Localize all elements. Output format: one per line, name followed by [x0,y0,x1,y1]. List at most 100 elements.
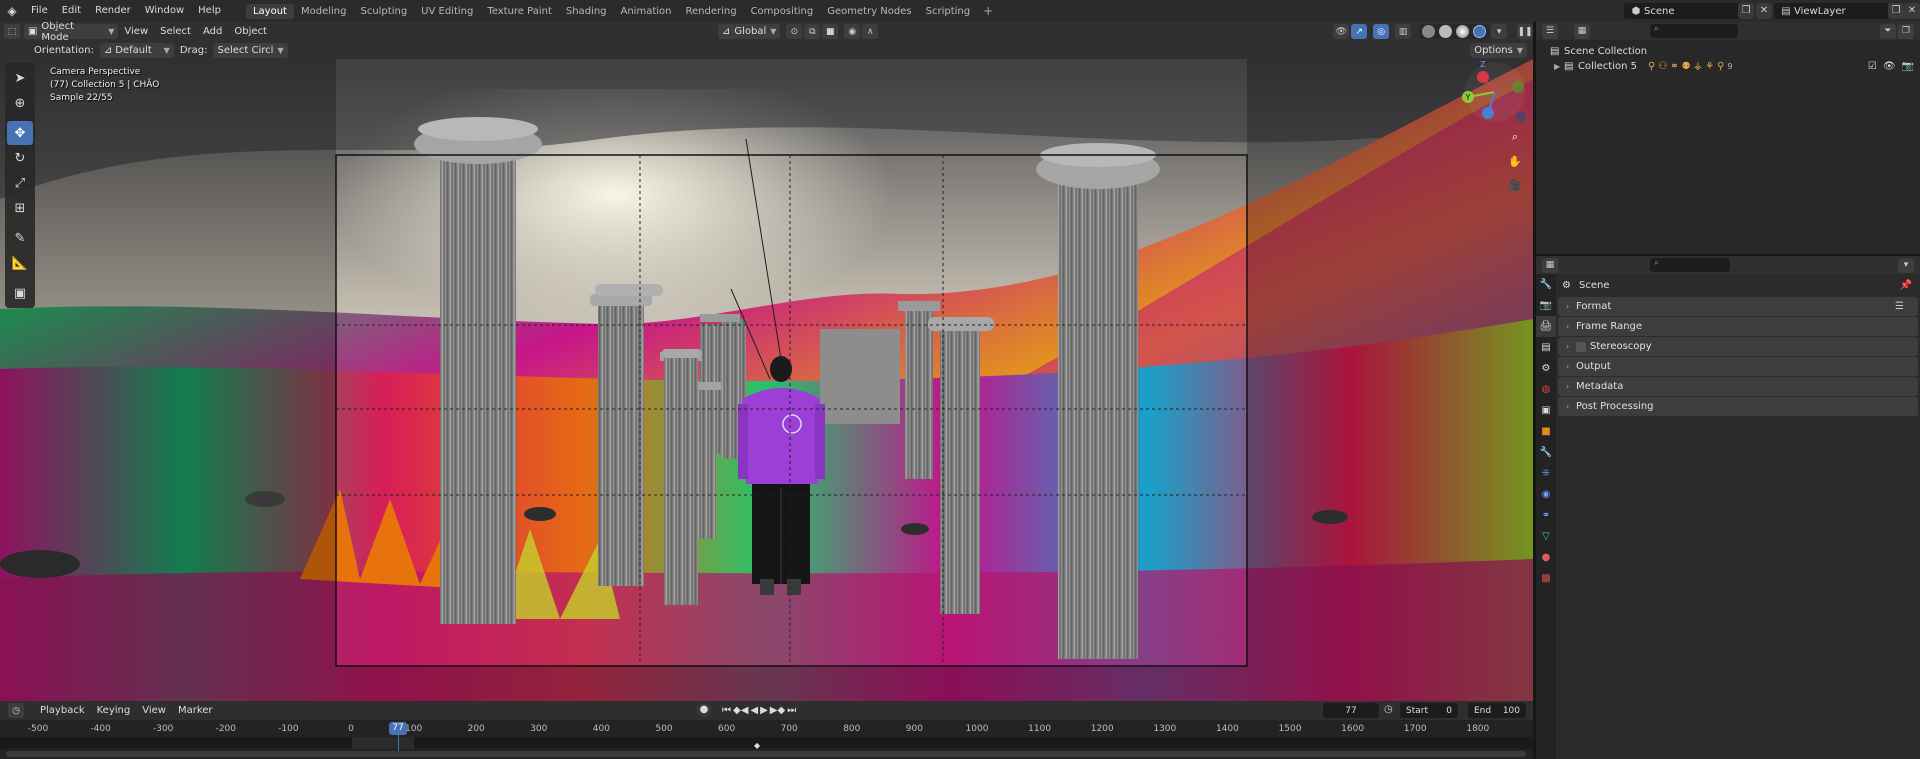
select-tool-icon[interactable]: ➤ [7,66,33,90]
tab-sculpting[interactable]: Sculpting [353,4,414,19]
current-frame-field[interactable]: 77 [1323,703,1379,718]
toggle-sidebar-icon[interactable]: ❚❚ [1517,24,1534,39]
gizmo-toggle-icon[interactable]: ↗ [1351,24,1368,39]
add-cube-tool-icon[interactable]: ▣ [7,281,33,305]
menu-help[interactable]: Help [191,0,228,22]
tab-compositing[interactable]: Compositing [744,4,821,19]
world-tab-icon[interactable]: ◍ [1536,379,1556,400]
menu-render[interactable]: Render [88,0,138,22]
add-workspace-icon[interactable]: + [977,4,999,18]
delete-view-layer-icon[interactable]: ✕ [1904,3,1920,19]
snap-icon[interactable]: ⧉ [804,24,821,39]
play-reverse-icon[interactable]: ◀ [749,705,759,716]
outliner-row-collection[interactable]: ▶ ▤ Collection 5 ⚲⚇⚭⚉⚶⚘⚲ 9 ☑ 👁 📷 [1536,59,1920,74]
timeline-scrollbar[interactable] [6,751,1526,757]
editor-type-icon[interactable]: ☰ [1542,23,1558,39]
particles-tab-icon[interactable]: ⁜ [1536,463,1556,484]
mode-selector[interactable]: ▣ Object Mode ▼ [23,21,119,43]
physics-tab-icon[interactable]: ◉ [1536,484,1556,505]
orientation-selector[interactable]: ⊿ Default ▼ [99,42,174,58]
tab-layout[interactable]: Layout [245,3,294,19]
menu-view[interactable]: View [118,26,154,37]
editor-type-icon[interactable]: ⬚ [4,24,20,39]
panel-output[interactable]: › Output [1558,357,1918,376]
play-icon[interactable]: ▶ [759,705,769,716]
drag-selector[interactable]: Select Circl ▼ [213,42,288,58]
3d-viewport[interactable]: Camera Perspective (77) Collection 5 | C… [0,59,1533,701]
menu-edit[interactable]: Edit [55,0,88,22]
collection-tab-icon[interactable]: ▣ [1536,400,1556,421]
constraints-tab-icon[interactable]: ⚭ [1536,505,1556,526]
pin-icon[interactable]: 📌 [1900,280,1912,291]
object-tab-icon[interactable]: ■ [1536,421,1556,442]
exclude-checkbox-icon[interactable]: ☑ [1868,61,1877,72]
properties-search-input[interactable]: ⌕ [1650,258,1730,272]
filter-icon[interactable]: ⏷ [1880,23,1896,39]
xray-toggle-icon[interactable]: ▥ [1395,24,1412,39]
falloff-icon[interactable]: ∧ [862,24,879,39]
render-tab-icon[interactable]: 📷 [1536,295,1556,316]
view-layer-tab-icon[interactable]: ▤ [1536,337,1556,358]
menu-keying[interactable]: Keying [91,705,137,716]
cursor-tool-icon[interactable]: ⊕ [7,91,33,115]
menu-playback[interactable]: Playback [34,705,91,716]
material-tab-icon[interactable]: ● [1536,547,1556,568]
jump-to-start-icon[interactable]: ⏮ [721,705,732,716]
panel-stereoscopy[interactable]: › Stereoscopy [1558,337,1918,356]
start-frame-field[interactable]: Start 0 [1400,703,1458,718]
proportional-edit-icon[interactable]: ◉ [844,24,861,39]
display-mode-icon[interactable]: ▦ [1574,23,1590,39]
tab-rendering[interactable]: Rendering [678,4,743,19]
visibility-eye-icon[interactable]: 👁 [1883,61,1896,72]
tab-scripting[interactable]: Scripting [919,4,977,19]
pivot-point-icon[interactable]: ⊙ [786,24,803,39]
tab-texture-paint[interactable]: Texture Paint [480,4,559,19]
chevron-down-icon[interactable]: ▾ [1491,24,1508,39]
timeline-editor-type-icon[interactable]: ◷ [8,703,24,718]
keyframe-diamond-icon[interactable]: ◆ [754,741,760,750]
blender-logo-icon[interactable]: ◈ [0,0,24,22]
material-shading-icon[interactable] [1456,25,1470,38]
panel-format[interactable]: › Format ☰ [1558,297,1918,316]
panel-frame-range[interactable]: › Frame Range [1558,317,1918,336]
options-button[interactable]: Options ▼ [1470,42,1527,58]
rendered-shading-icon[interactable] [1473,25,1487,38]
new-scene-icon[interactable]: ❐ [1738,3,1754,19]
tab-shading[interactable]: Shading [559,4,614,19]
tab-geometry-nodes[interactable]: Geometry Nodes [820,4,918,19]
output-tab-icon[interactable]: 🖨 [1536,316,1556,337]
menu-select[interactable]: Select [154,26,197,37]
camera-view-icon[interactable]: 🎥 [1505,175,1525,195]
jump-to-end-icon[interactable]: ⏭ [786,705,797,716]
measure-tool-icon[interactable]: 📐 [7,251,33,275]
timeline-track[interactable] [0,737,1533,749]
solid-shading-icon[interactable] [1439,25,1453,38]
presets-list-icon[interactable]: ☰ [1895,301,1904,312]
scene-tab-icon[interactable]: ⚙ [1536,358,1556,379]
view-layer-selector[interactable]: ▤ ViewLayer [1774,3,1892,19]
overlays-toggle-icon[interactable]: ◎ [1373,24,1390,39]
menu-object[interactable]: Object [228,26,273,37]
end-frame-field[interactable]: End 100 [1468,703,1526,718]
area-divider[interactable] [1533,22,1536,759]
tool-tab-icon[interactable]: 🔧 [1536,274,1556,295]
jump-keyframe-forward-icon[interactable]: ▶◆ [769,705,786,716]
pan-hand-icon[interactable]: ✋ [1505,151,1525,171]
auto-keying-icon[interactable]: ● [697,703,711,717]
tab-uv-editing[interactable]: UV Editing [414,4,480,19]
rotate-tool-icon[interactable]: ↻ [7,146,33,170]
annotate-tool-icon[interactable]: ✎ [7,226,33,250]
new-view-layer-icon[interactable]: ❐ [1888,3,1904,19]
panel-post-processing[interactable]: › Post Processing [1558,397,1918,416]
snap-target-icon[interactable]: ■ [822,24,839,39]
scene-selector[interactable]: ⬢ Scene [1624,3,1742,19]
transform-orientation-selector[interactable]: ⊿ Global ▼ [717,24,781,39]
move-tool-icon[interactable]: ✥ [7,121,33,145]
modifier-tab-icon[interactable]: 🔧 [1536,442,1556,463]
menu-view[interactable]: View [136,705,172,716]
tab-modeling[interactable]: Modeling [294,4,354,19]
scale-tool-icon[interactable]: ⤢ [7,171,33,195]
outliner-search-input[interactable]: ⌕ [1650,24,1738,38]
playhead-indicator[interactable]: 77 [389,722,407,735]
navigation-gizmo[interactable]: Y Z [1458,59,1533,129]
